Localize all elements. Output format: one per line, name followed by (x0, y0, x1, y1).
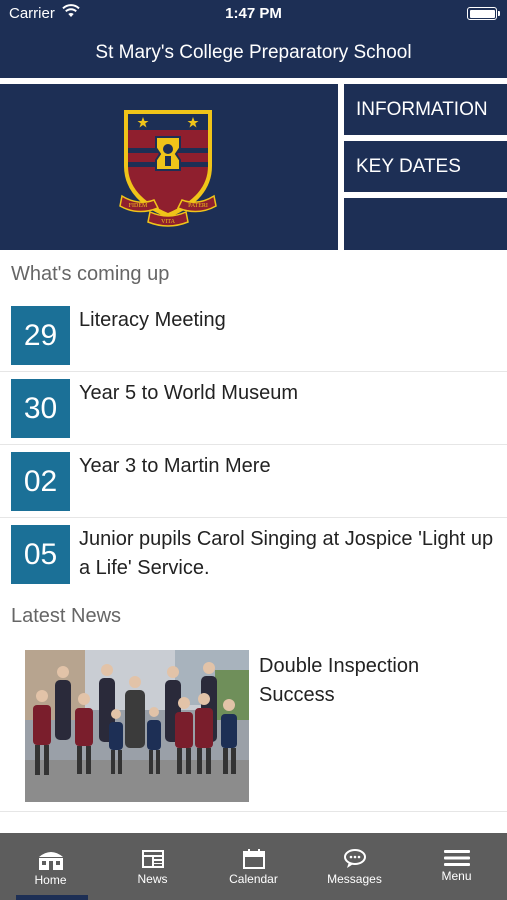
news-item[interactable]: Double Inspection Success (0, 640, 507, 812)
news-title: Double Inspection Success (259, 655, 420, 706)
crest-motto-left: FIDEM (129, 203, 148, 209)
crest-motto-right: PATERI (188, 203, 208, 209)
tab-calendar[interactable]: Calendar (203, 833, 304, 900)
tab-menu[interactable]: Menu (406, 833, 507, 900)
event-date-badge: 29 (11, 306, 70, 365)
information-tile[interactable]: INFORMATION (344, 84, 507, 135)
page-title: St Mary's College Preparatory School (95, 42, 412, 63)
crest-motto-center: VITA (161, 219, 176, 225)
tab-news-label: News (137, 872, 168, 886)
event-date-badge: 30 (11, 379, 70, 438)
menu-icon (406, 849, 507, 871)
active-tab-indicator (16, 895, 88, 900)
key-dates-tile[interactable]: KEY DATES (344, 141, 507, 192)
group-photo (25, 650, 249, 802)
information-tile-label: INFORMATION (356, 99, 488, 120)
news-icon (102, 849, 203, 871)
blank-tile[interactable] (344, 198, 507, 250)
event-row[interactable]: 02 Year 3 to Martin Mere (0, 445, 507, 518)
battery-icon (467, 7, 500, 20)
key-dates-tile-label: KEY DATES (356, 156, 461, 177)
tab-news[interactable]: News (102, 833, 203, 900)
event-title: Literacy Meeting (79, 309, 226, 331)
logo-panel: FIDEM VITA PATERI (0, 84, 338, 250)
coming-up-heading: What's coming up (11, 263, 170, 285)
tab-bar: Home News Calendar Messages Menu (0, 833, 507, 900)
latest-news-heading: Latest News (11, 605, 122, 627)
tab-calendar-label: Calendar (229, 872, 278, 886)
status-bar: Carrier 1:47 PM (0, 0, 507, 28)
event-row[interactable]: 29 Literacy Meeting (0, 299, 507, 372)
event-row[interactable]: 30 Year 5 to World Museum (0, 372, 507, 445)
event-title: Junior pupils Carol Singing at Jospice '… (79, 528, 494, 579)
event-row[interactable]: 05 Junior pupils Carol Singing at Jospic… (0, 518, 507, 590)
event-title: Year 5 to World Museum (79, 382, 298, 404)
event-date-badge: 02 (11, 452, 70, 511)
event-title: Year 3 to Martin Mere (79, 455, 271, 477)
home-icon (0, 849, 101, 871)
tab-menu-label: Menu (441, 869, 472, 883)
calendar-icon (203, 849, 304, 871)
tab-messages-label: Messages (327, 872, 382, 886)
messages-icon (304, 849, 405, 871)
school-crest-logo: FIDEM VITA PATERI (118, 104, 222, 235)
tab-home-label: Home (34, 873, 67, 887)
tab-messages[interactable]: Messages (304, 833, 405, 900)
hero-section: FIDEM VITA PATERI INFORMATION KEY DATES (0, 80, 507, 250)
tab-home[interactable]: Home (0, 833, 101, 900)
event-date-badge: 05 (11, 525, 70, 584)
status-time: 1:47 PM (225, 5, 282, 22)
app-header: St Mary's College Preparatory School (0, 28, 507, 78)
